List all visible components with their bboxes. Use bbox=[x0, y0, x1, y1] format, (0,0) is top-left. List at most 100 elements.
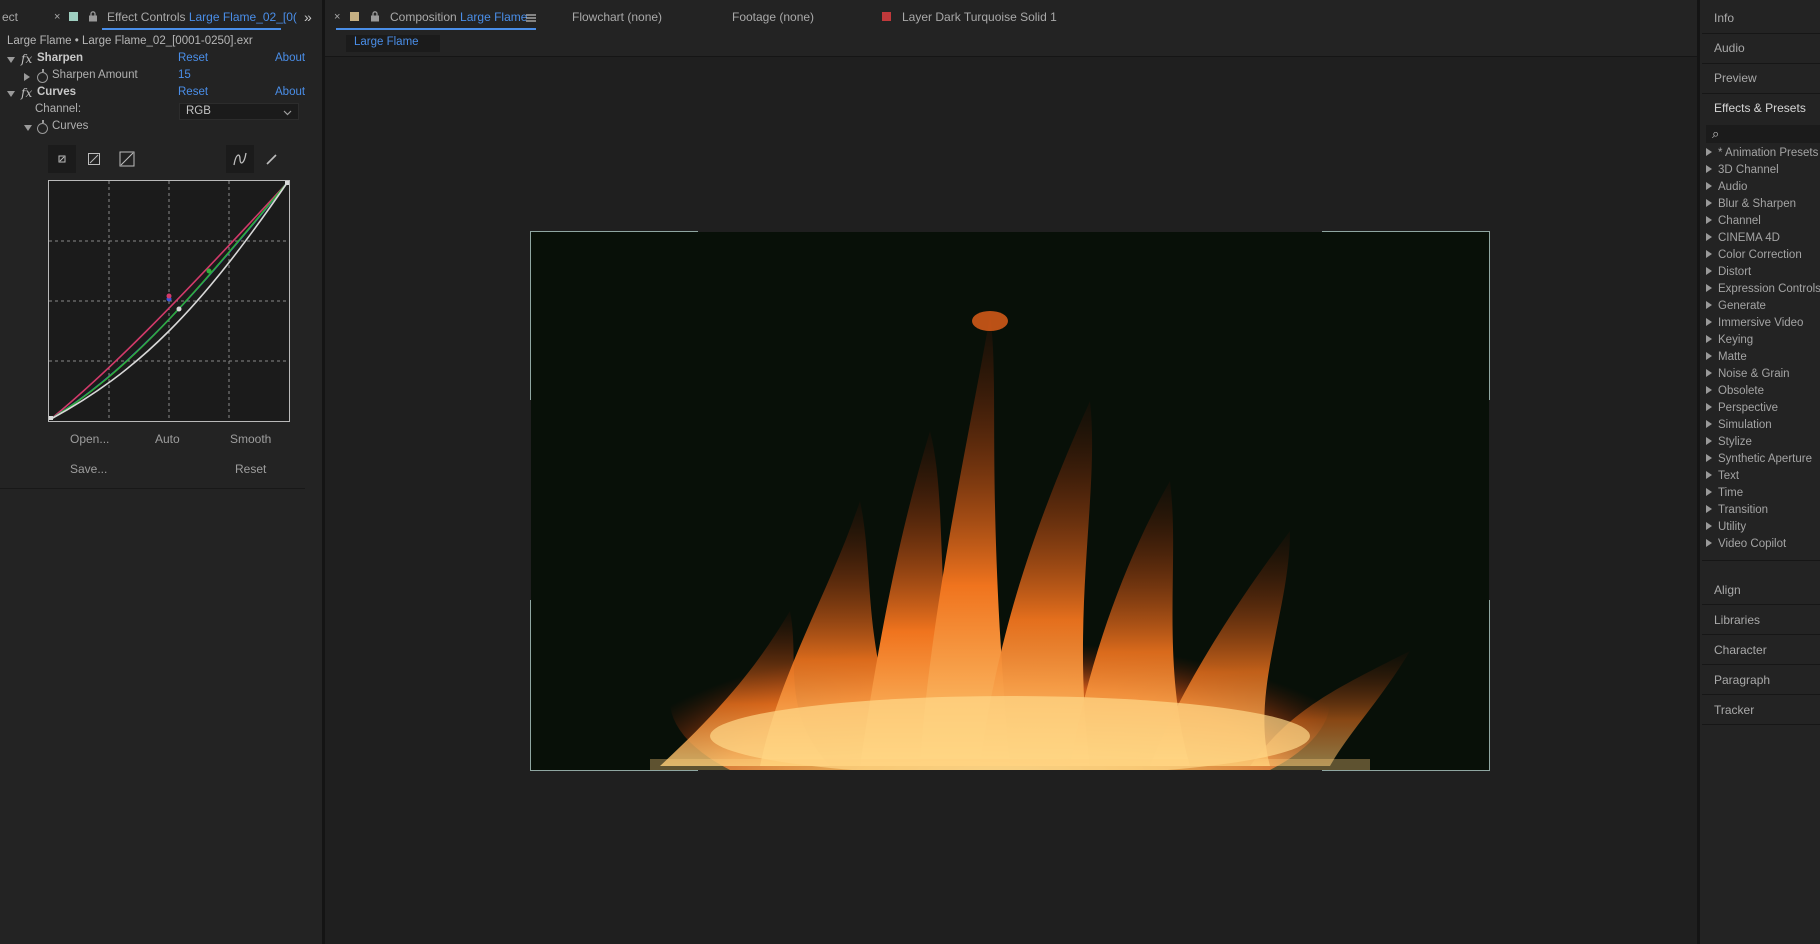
sharpen-effect-row[interactable]: fx Sharpen Reset About bbox=[0, 51, 305, 68]
composition-subtab[interactable]: Large Flame bbox=[346, 35, 440, 52]
expand-category-icon bbox=[1706, 216, 1712, 224]
effects-category-item[interactable]: Obsolete bbox=[1706, 385, 1764, 397]
effects-category-item[interactable]: Synthetic Aperture bbox=[1706, 453, 1812, 465]
effects-category-item[interactable]: Generate bbox=[1706, 300, 1766, 312]
effects-category-label: Simulation bbox=[1718, 419, 1772, 431]
footage-tab[interactable]: Footage (none) bbox=[732, 10, 814, 24]
panel-separator bbox=[1702, 93, 1820, 94]
effects-category-item[interactable]: Text bbox=[1706, 470, 1739, 482]
close-composition-tab-icon[interactable]: × bbox=[334, 11, 340, 23]
effects-category-item[interactable]: Matte bbox=[1706, 351, 1747, 363]
sharpen-about-link[interactable]: About bbox=[275, 52, 305, 64]
effects-category-item[interactable]: Color Correction bbox=[1706, 249, 1802, 261]
effects-category-item[interactable]: Audio bbox=[1706, 181, 1747, 193]
curves-open-button[interactable]: Open... bbox=[70, 432, 109, 446]
tracker-panel-header[interactable]: Tracker bbox=[1714, 703, 1754, 717]
effects-category-label: Generate bbox=[1718, 300, 1766, 312]
graph-size-small-icon[interactable] bbox=[48, 145, 76, 173]
curves-effect-name: Curves bbox=[37, 86, 76, 98]
expand-category-icon bbox=[1706, 488, 1712, 496]
curves-save-button[interactable]: Save... bbox=[70, 462, 107, 476]
composition-tab[interactable]: Composition Large Flame bbox=[390, 10, 527, 24]
expand-category-icon bbox=[1706, 369, 1712, 377]
expand-category-icon bbox=[1706, 352, 1712, 360]
audio-panel-header[interactable]: Audio bbox=[1714, 41, 1745, 55]
expand-category-icon bbox=[1706, 318, 1712, 326]
flowchart-tab[interactable]: Flowchart (none) bbox=[572, 10, 662, 24]
effects-category-item[interactable]: * Animation Presets bbox=[1706, 147, 1818, 159]
layer-tab[interactable]: Layer Dark Turquoise Solid 1 bbox=[902, 10, 1057, 24]
channel-label: Channel: bbox=[35, 103, 82, 115]
effects-category-label: Utility bbox=[1718, 521, 1747, 533]
fx-icon[interactable]: fx bbox=[21, 52, 32, 66]
sharpen-reset-link[interactable]: Reset bbox=[178, 52, 208, 64]
effects-category-label: Transition bbox=[1718, 504, 1769, 516]
preview-panel-header[interactable]: Preview bbox=[1714, 71, 1757, 85]
info-panel-header[interactable]: Info bbox=[1714, 11, 1734, 25]
effects-category-item[interactable]: Distort bbox=[1706, 266, 1751, 278]
curves-graph[interactable] bbox=[48, 180, 290, 422]
align-panel-header[interactable]: Align bbox=[1714, 583, 1741, 597]
effect-controls-tab-bar: ect × Effect Controls Large Flame_02_[0(… bbox=[0, 0, 322, 34]
lock-icon[interactable] bbox=[88, 11, 98, 25]
panel-overflow-icon[interactable]: » bbox=[304, 9, 312, 25]
composition-tab-name: Large Flame bbox=[460, 10, 528, 24]
effects-category-label: Audio bbox=[1718, 181, 1748, 193]
curves-auto-button[interactable]: Auto bbox=[155, 432, 180, 446]
panel-menu-icon[interactable] bbox=[526, 12, 536, 26]
curves-effect-row[interactable]: fx Curves Reset About bbox=[0, 85, 305, 102]
chevron-down-icon bbox=[283, 106, 292, 120]
expand-category-icon bbox=[1706, 403, 1712, 411]
paragraph-panel-header[interactable]: Paragraph bbox=[1714, 673, 1770, 687]
effects-category-label: Synthetic Aperture bbox=[1718, 453, 1812, 465]
composition-subtab-label: Large Flame bbox=[354, 36, 419, 48]
expand-category-icon bbox=[1706, 437, 1712, 445]
frame-border-gap-right bbox=[1489, 400, 1491, 600]
curves-reset-button[interactable]: Reset bbox=[235, 462, 266, 476]
effects-category-item[interactable]: 3D Channel bbox=[1706, 164, 1779, 176]
effects-category-item[interactable]: Noise & Grain bbox=[1706, 368, 1790, 380]
fx-icon[interactable]: fx bbox=[21, 86, 32, 100]
curves-about-link[interactable]: About bbox=[275, 86, 305, 98]
effects-category-label: Color Correction bbox=[1718, 249, 1802, 261]
panel-separator bbox=[1702, 604, 1820, 605]
effects-category-item[interactable]: Immersive Video bbox=[1706, 317, 1803, 329]
effects-category-item[interactable]: Keying bbox=[1706, 334, 1753, 346]
channel-select[interactable]: RGB bbox=[179, 103, 299, 120]
project-tab-cut[interactable]: ect bbox=[2, 10, 18, 24]
source-layer-line: Large Flame • Large Flame_02_[0001-0250]… bbox=[7, 35, 253, 47]
effects-category-item[interactable]: Channel bbox=[1706, 215, 1761, 227]
effects-presets-panel-header[interactable]: Effects & Presets bbox=[1714, 101, 1806, 115]
effects-category-item[interactable]: Time bbox=[1706, 487, 1743, 499]
effects-category-item[interactable]: Transition bbox=[1706, 504, 1768, 516]
curves-property-label: Curves bbox=[52, 120, 89, 132]
composition-lock-icon[interactable] bbox=[370, 11, 380, 25]
character-panel-header[interactable]: Character bbox=[1714, 643, 1767, 657]
expand-category-icon bbox=[1706, 335, 1712, 343]
effects-category-item[interactable]: Expression Controls bbox=[1706, 283, 1820, 295]
expand-category-icon bbox=[1706, 454, 1712, 462]
graph-size-medium-icon[interactable] bbox=[80, 145, 108, 173]
graph-size-large-icon[interactable] bbox=[113, 145, 141, 173]
effects-category-item[interactable]: Stylize bbox=[1706, 436, 1752, 448]
libraries-panel-header[interactable]: Libraries bbox=[1714, 613, 1760, 627]
curves-reset-link[interactable]: Reset bbox=[178, 86, 208, 98]
composition-frame[interactable] bbox=[530, 231, 1490, 771]
effects-category-item[interactable]: Video Copilot bbox=[1706, 538, 1786, 550]
bezier-curve-tool-icon[interactable] bbox=[226, 145, 254, 173]
effects-category-item[interactable]: Utility bbox=[1706, 521, 1746, 533]
panel-separator bbox=[1702, 634, 1820, 635]
effects-category-item[interactable]: Simulation bbox=[1706, 419, 1772, 431]
curves-smooth-button[interactable]: Smooth bbox=[230, 432, 271, 446]
effects-category-item[interactable]: CINEMA 4D bbox=[1706, 232, 1780, 244]
active-tab-underline bbox=[102, 28, 281, 30]
effects-category-item[interactable]: Perspective bbox=[1706, 402, 1778, 414]
close-tab-icon[interactable]: × bbox=[54, 11, 60, 23]
sharpen-amount-value[interactable]: 15 bbox=[178, 69, 191, 81]
effects-category-label: Noise & Grain bbox=[1718, 368, 1790, 380]
panel-separator bbox=[1702, 694, 1820, 695]
effects-search-input[interactable]: ⌕ bbox=[1706, 125, 1820, 143]
effect-controls-tab-title[interactable]: Effect Controls Large Flame_02_[0( bbox=[107, 10, 297, 24]
effects-category-item[interactable]: Blur & Sharpen bbox=[1706, 198, 1796, 210]
pencil-tool-icon[interactable] bbox=[258, 145, 286, 173]
